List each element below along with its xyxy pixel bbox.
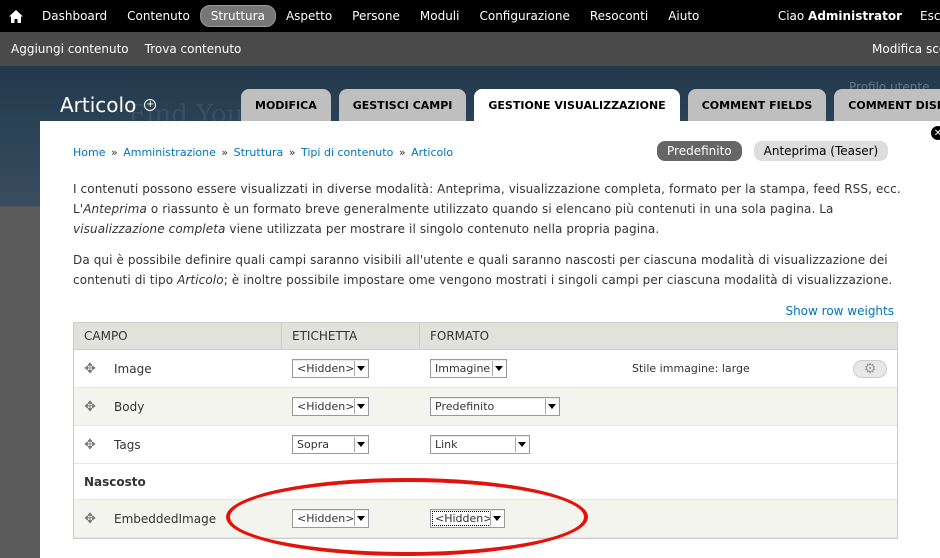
close-overlay-icon[interactable]: ✕ — [929, 124, 940, 142]
edit-shortcuts-link[interactable]: Modifica scorciatoie — [872, 32, 940, 66]
shortcut-find-content[interactable]: Trova contenuto — [141, 42, 254, 56]
toolbar-item-content[interactable]: Contenuto — [117, 6, 200, 26]
user-name[interactable]: Administrator — [808, 9, 902, 23]
hidden-section-header: Nascosto — [74, 464, 897, 500]
format-summary: Stile immagine: large — [632, 362, 750, 375]
chevron-down-icon — [354, 399, 367, 414]
breadcrumb-separator: » — [398, 146, 406, 159]
header-label: ETICHETTA — [282, 323, 420, 349]
header-format: FORMATO — [430, 329, 490, 343]
format-select[interactable]: Predefinito — [430, 397, 560, 416]
table-row: ✥ EmbeddedImage <Hidden> <Hidden> — [74, 500, 897, 538]
toolbar-menu: Dashboard Contenuto Struttura Aspetto Pe… — [32, 0, 709, 32]
toolbar-user: Ciao Administrator Esci — [778, 0, 940, 32]
toolbar-item-reports[interactable]: Resoconti — [580, 6, 658, 26]
home-icon[interactable] — [0, 0, 32, 32]
add-shortcut-icon[interactable]: + — [144, 99, 157, 111]
breadcrumb-admin[interactable]: Amministrazione — [123, 146, 216, 159]
chevron-down-icon — [492, 361, 505, 376]
toolbar-item-dashboard[interactable]: Dashboard — [32, 6, 117, 26]
label-select[interactable]: <Hidden> — [292, 509, 369, 528]
format-select[interactable]: Link — [430, 435, 530, 454]
chevron-down-icon — [545, 399, 558, 414]
show-row-weights-link[interactable]: Show row weights — [785, 304, 894, 318]
format-settings-gear-icon[interactable]: ⚙ — [853, 360, 887, 378]
breadcrumb-separator: » — [288, 146, 296, 159]
chevron-down-icon — [354, 361, 367, 376]
field-name: Image — [114, 361, 152, 376]
label-select[interactable]: Sopra — [292, 435, 369, 454]
chevron-down-icon — [354, 511, 367, 526]
admin-toolbar: Dashboard Contenuto Struttura Aspetto Pe… — [0, 0, 940, 32]
toolbar-item-configuration[interactable]: Configurazione — [469, 6, 579, 26]
field-name: Tags — [114, 437, 141, 452]
breadcrumb-structure[interactable]: Struttura — [234, 146, 284, 159]
tab-manage-fields[interactable]: GESTISCI CAMPI — [338, 89, 467, 121]
breadcrumb-content-types[interactable]: Tipi di contenuto — [301, 146, 393, 159]
view-mode-tabs: Predefinito Anteprima (Teaser) — [657, 141, 900, 161]
format-select[interactable]: Immagine — [430, 359, 507, 378]
breadcrumb-separator: » — [221, 146, 229, 159]
chevron-down-icon — [515, 437, 528, 452]
tab-comment-display[interactable]: COMMENT DISPLAY — [834, 89, 940, 121]
drag-handle-icon[interactable]: ✥ — [84, 437, 96, 453]
breadcrumb-article[interactable]: Articolo — [411, 146, 453, 159]
table-row: ✥ Tags Sopra Link — [74, 426, 897, 464]
chevron-down-icon — [490, 511, 503, 526]
user-greeting: Ciao Administrator — [777, 9, 902, 23]
drag-handle-icon[interactable]: ✥ — [84, 511, 96, 527]
toolbar-item-modules[interactable]: Moduli — [410, 6, 470, 26]
toolbar-item-structure[interactable]: Struttura — [199, 5, 276, 27]
label-select[interactable]: <Hidden> — [292, 359, 369, 378]
toolbar-item-people[interactable]: Persone — [342, 6, 410, 26]
view-mode-default[interactable]: Predefinito — [657, 141, 742, 161]
fields-table: CAMPO ETICHETTA FORMATO ✥ Image <Hidden>… — [73, 322, 898, 539]
table-row: ✥ Body <Hidden> Predefinito — [74, 388, 897, 426]
drag-handle-icon[interactable]: ✥ — [84, 361, 96, 377]
header-field: CAMPO — [74, 323, 282, 349]
table-row: ✥ Image <Hidden> Immagine Stile immagine… — [74, 350, 897, 388]
toolbar-item-help[interactable]: Aiuto — [658, 6, 709, 26]
description-paragraph-2: Da qui è possibile definire quali campi … — [73, 253, 893, 287]
drag-handle-icon[interactable]: ✥ — [84, 399, 96, 415]
breadcrumb-home[interactable]: Home — [73, 146, 105, 159]
shortcut-add-content[interactable]: Aggiungi contenuto — [0, 42, 141, 56]
breadcrumb-separator: » — [110, 146, 118, 159]
toolbar-item-appearance[interactable]: Aspetto — [276, 6, 342, 26]
label-select[interactable]: <Hidden> — [292, 397, 369, 416]
view-mode-teaser[interactable]: Anteprima (Teaser) — [753, 141, 889, 161]
breadcrumb: Home » Amministrazione » Struttura » Tip… — [73, 146, 453, 159]
page-title: Articolo + — [60, 93, 157, 117]
primary-tabs: MODIFICA GESTISCI CAMPI GESTIONE VISUALI… — [241, 89, 940, 121]
shortcuts-bar: Aggiungi contenuto Trova contenuto Modif… — [0, 32, 940, 66]
chevron-down-icon — [354, 437, 367, 452]
table-header: CAMPO ETICHETTA FORMATO — [74, 323, 897, 350]
tab-manage-display[interactable]: GESTIONE VISUALIZZAZIONE — [474, 89, 680, 121]
logout-link[interactable]: Esci — [920, 9, 940, 23]
page-title-text: Articolo — [60, 93, 137, 117]
description-paragraph-1: I contenuti possono essere visualizzati … — [73, 182, 901, 236]
tab-edit[interactable]: MODIFICA — [241, 89, 331, 121]
tab-comment-fields[interactable]: COMMENT FIELDS — [687, 89, 827, 121]
field-name: Body — [114, 399, 145, 414]
format-select[interactable]: <Hidden> — [430, 509, 505, 528]
field-name: EmbeddedImage — [114, 511, 217, 526]
overlay-content: Home » Amministrazione » Struttura » Tip… — [40, 121, 940, 558]
